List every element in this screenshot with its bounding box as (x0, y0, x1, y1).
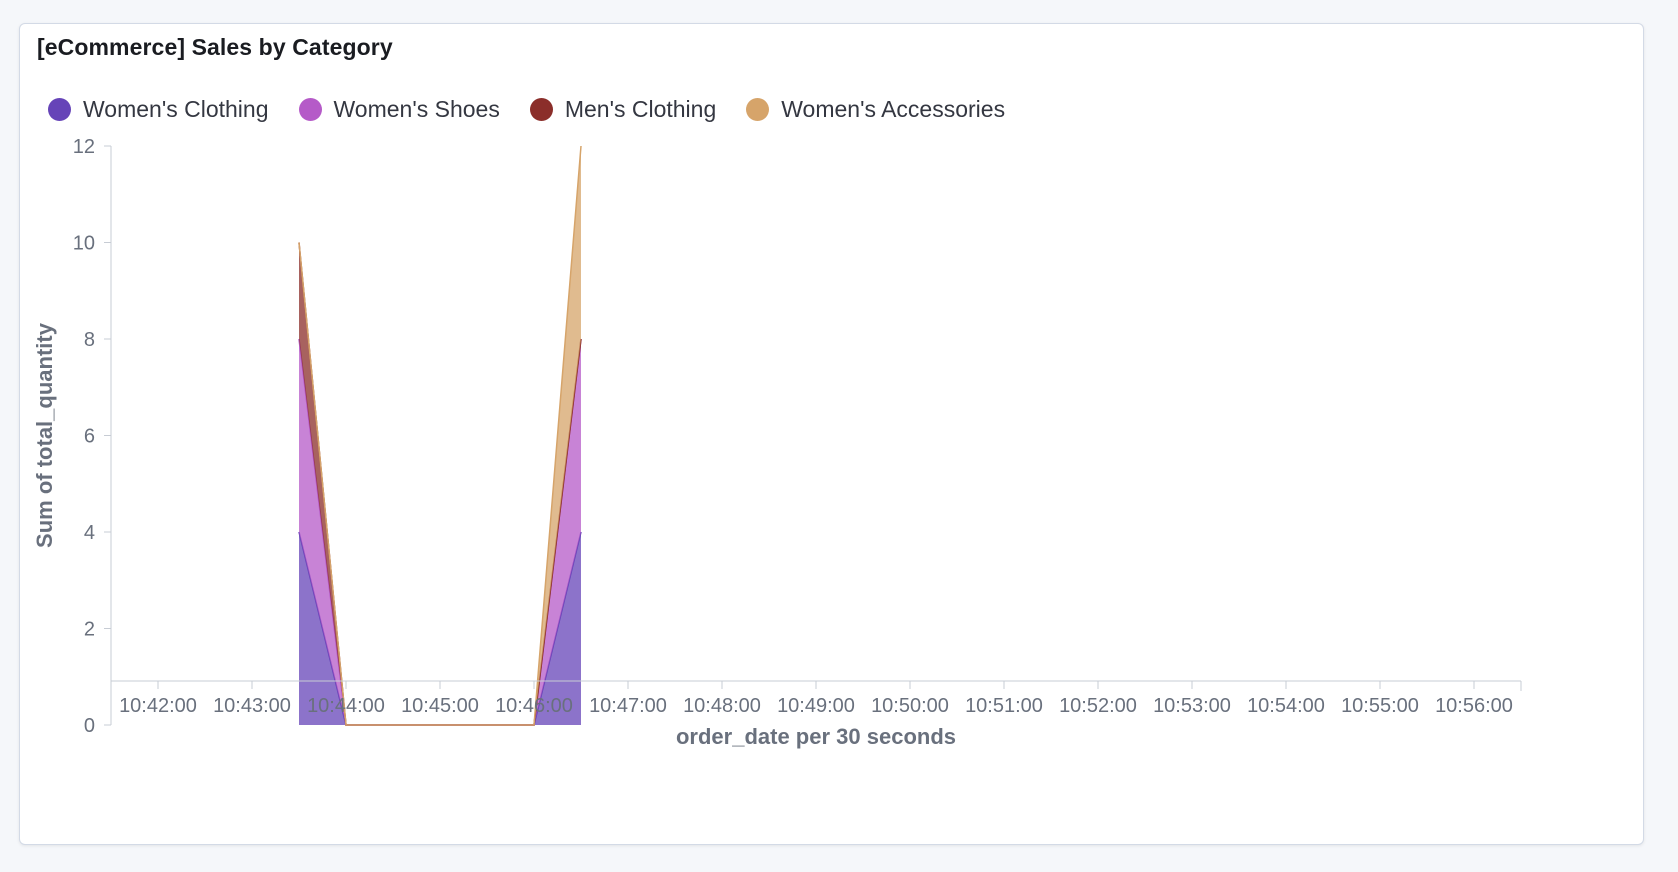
x-tick-label: 10:42:00 (119, 695, 197, 717)
y-tick-label: 2 (84, 619, 95, 641)
area-men-s-clothing (299, 242, 581, 725)
y-tick-label: 12 (73, 136, 95, 158)
y-tick-label: 8 (84, 329, 95, 351)
x-tick-label: 10:53:00 (1153, 695, 1231, 717)
x-tick-label: 10:43:00 (213, 695, 291, 717)
y-tick-label: 0 (84, 715, 95, 737)
visualization-panel: [eCommerce] Sales by Category Women's Cl… (19, 23, 1644, 845)
x-tick-label: 10:51:00 (965, 695, 1043, 717)
axes-layer: 0 2 4 6 8 10 12 (73, 136, 112, 737)
x-tick-label: 10:50:00 (871, 695, 949, 717)
x-tick-label: 10:49:00 (777, 695, 855, 717)
area-women-s-accessories (299, 146, 581, 725)
areas-layer (298, 145, 582, 726)
x-tick-label: 10:56:00 (1435, 695, 1513, 717)
area-men-s-clothing-line (298, 242, 582, 726)
x-tick-label: 10:46:00 (495, 695, 573, 717)
y-tick-label: 10 (73, 233, 95, 255)
x-tick-label: 10:47:00 (589, 695, 667, 717)
stacked-area-chart[interactable]: 0 2 4 6 8 10 12 10:42:00 10:43:00 10:44:00 10:45:… (20, 24, 1643, 844)
x-tick-label: 10:52:00 (1059, 695, 1137, 717)
x-tick-label: 10:44:00 (307, 695, 385, 717)
x-tick-label: 10:45:00 (401, 695, 479, 717)
x-axis-title: order_date per 30 seconds (676, 724, 956, 749)
x-tick-label: 10:55:00 (1341, 695, 1419, 717)
y-tick-label: 6 (84, 426, 95, 448)
y-tick-label: 4 (84, 522, 95, 544)
x-tick-label: 10:54:00 (1247, 695, 1325, 717)
y-axis-title: Sum of total_quantity (32, 322, 57, 548)
x-tick-label: 10:48:00 (683, 695, 761, 717)
area-women-s-accessories-line (298, 145, 582, 726)
